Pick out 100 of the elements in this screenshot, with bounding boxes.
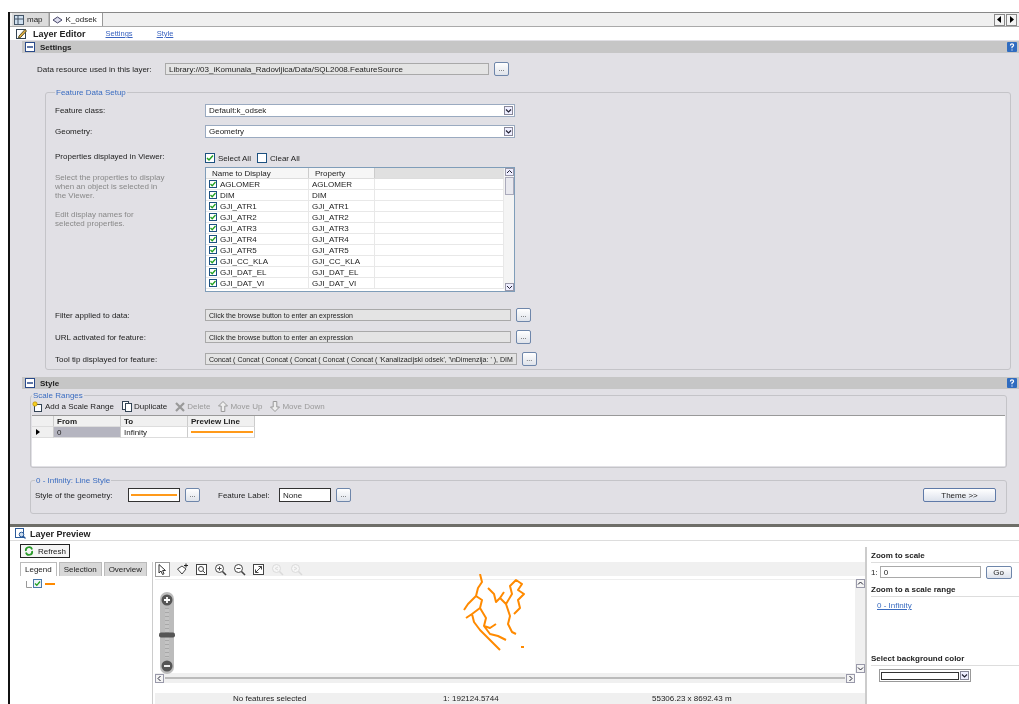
property-name: GJI_DAT_EL [220,267,267,277]
refresh-icon [24,546,34,556]
scrollbar[interactable] [155,673,855,683]
help-text: Select the properties to display when an object is selected in the Viewer. [55,173,165,200]
group-title: 0 - Infinity: Line Style [35,476,112,485]
scale-range-link[interactable]: 0 - Infinity [877,601,912,610]
zoom-extents-icon[interactable] [252,562,265,576]
zoom-out-icon[interactable] [233,562,246,576]
property-name: GJI_ATR5 [220,245,257,255]
feature-class-dropdown[interactable]: Default:k_odsek [205,104,515,117]
collapse-icon[interactable] [25,42,35,52]
help-text: Edit display names for selected properties. [55,210,135,228]
scroll-right-icon[interactable] [846,673,855,683]
table-cell: Infinity [121,427,188,438]
plus-icon[interactable] [161,594,173,606]
document-tab[interactable]: K_odsek [48,13,103,26]
table-cell: GJI_ATR2 [309,212,375,222]
row-header[interactable] [32,427,54,438]
field-label: Tool tip displayed for feature: [55,354,159,364]
checkbox[interactable] [33,579,42,588]
scroll-up-icon[interactable] [504,168,514,176]
table-cell: 0 [54,427,121,438]
checkbox-option[interactable]: Select All [205,153,251,163]
dropdown-arrow-icon [960,671,969,680]
panel-heading: Select background color [871,652,1019,666]
panel-heading: Zoom to scale [871,549,1019,563]
checkbox[interactable] [209,180,217,188]
scroll-left-icon[interactable] [155,673,164,683]
slider-thumb[interactable] [159,632,175,637]
panel-tab[interactable]: Selection [58,562,102,576]
column-header[interactable]: To [121,416,188,427]
column-header[interactable]: From [54,416,121,427]
checkbox[interactable] [209,268,217,276]
down-arrow-icon [270,401,281,412]
panel-title: Layer Preview [30,528,91,539]
editor-title: Layer Editor [33,28,86,39]
property-name: GJI_ATR3 [220,223,257,233]
toolbar-button[interactable]: Duplicate [121,401,168,412]
table-cell: GJI_ATR4 [309,234,375,244]
panel-tab[interactable]: Legend [20,562,57,576]
line-style-swatch[interactable] [128,488,180,502]
zoom-box-icon[interactable] [195,562,208,576]
checkbox[interactable] [209,235,217,243]
zoom-in-icon[interactable] [214,562,227,576]
property-name: GJI_CC_KLA [220,256,269,266]
table-cell: GJI_DAT_VI [309,278,375,288]
section-title: Settings [40,42,72,52]
minus-icon[interactable] [161,660,173,672]
color-dropdown[interactable] [879,669,971,682]
scale-prefix: 1: [443,694,451,703]
field-label: Feature class: [55,106,107,115]
delete-icon [175,401,186,412]
checkbox-icon[interactable] [205,153,215,163]
checkbox[interactable] [209,213,217,221]
checkbox[interactable] [209,257,217,265]
legend-line-swatch [45,583,55,585]
group-title: Feature Data Setup [55,88,127,97]
checkbox[interactable] [209,191,217,199]
table-cell: GJI_ATR5 [309,245,375,255]
scale-range-row[interactable]: 0 Infinity [32,427,1005,438]
panel-tab[interactable]: Overview [103,562,147,576]
field-label: Properties displayed in Viewer: [55,152,166,161]
scroll-left-button[interactable] [994,13,1005,26]
extent-status: 55306.23 x 8692.43 m [652,694,732,703]
table-cell: AGLOMER [309,179,375,189]
checkbox[interactable] [209,202,217,210]
property-name: GJI_ATR1 [220,201,257,211]
duplicate-icon [121,401,132,412]
checkbox[interactable] [209,246,217,254]
column-header[interactable]: Preview Line [188,416,255,427]
feature-label-field[interactable]: None [279,488,331,502]
checkbox[interactable] [209,279,217,287]
group-title: Scale Ranges [32,391,84,400]
checkbox[interactable] [209,224,217,232]
collapse-icon[interactable] [25,378,35,388]
zoom-slider[interactable] [160,592,174,674]
field-label: Data resource used in this layer: [37,64,153,74]
scrollbar[interactable] [504,168,514,291]
go-button[interactable]: Go [985,565,1012,579]
table-cell: GJI_ATR3 [309,223,375,233]
checkbox-option[interactable]: Clear All [256,153,300,163]
document-tab[interactable]: map [12,13,49,26]
refresh-button[interactable]: Refresh [20,544,70,558]
checkbox-icon[interactable] [256,153,267,163]
scroll-right-button[interactable] [1006,13,1017,26]
scroll-down-icon[interactable] [504,283,514,291]
column-header[interactable]: Name to Display [206,168,309,178]
select-icon[interactable] [176,562,189,576]
help-icon[interactable] [1007,42,1017,52]
data-resource-field[interactable]: Library://03_iKomunala_Radovljica/Data/SQL2008.FeatureSource [165,63,489,75]
toolbar-button[interactable]: Add a Scale Range [32,401,114,412]
selection-status: No features selected [233,694,308,703]
pointer-icon[interactable] [155,561,170,577]
scale-input[interactable]: 0 [879,566,981,578]
row-pointer-icon [36,429,40,435]
table-cell: GJI_ATR1 [309,201,375,211]
geometry-dropdown[interactable]: Geometry [205,125,515,138]
help-icon[interactable] [1007,378,1017,388]
theme-button[interactable]: Theme >> [923,488,996,502]
scroll-thumb[interactable] [504,177,514,195]
